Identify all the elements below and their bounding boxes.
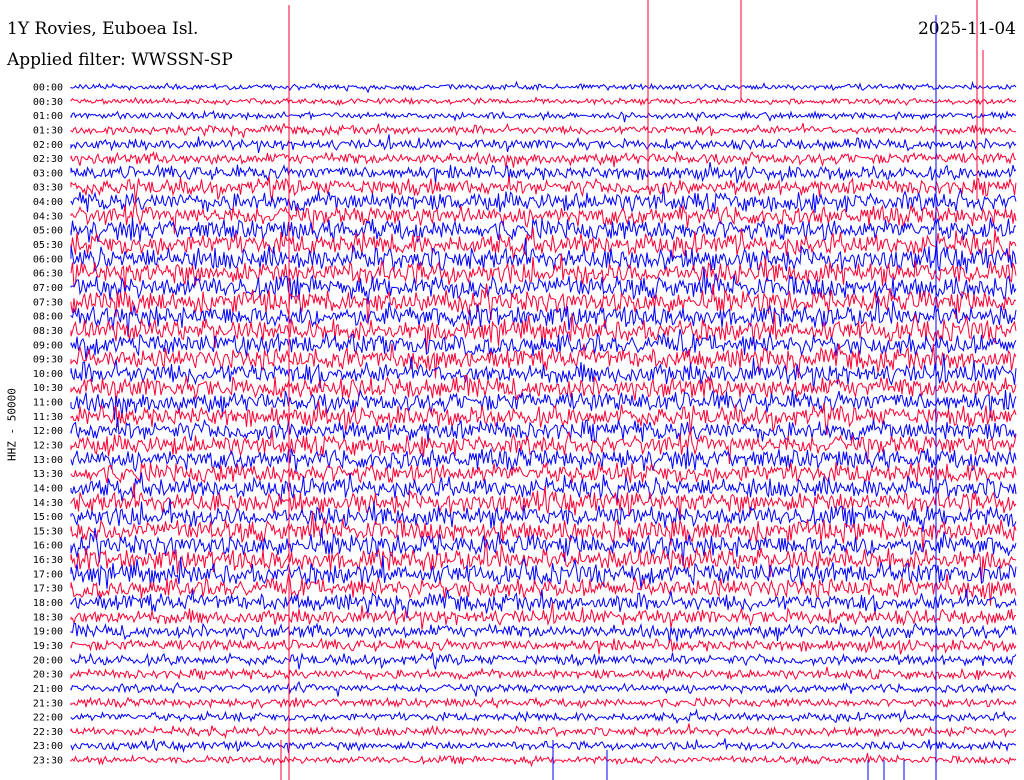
row-time-label: 06:00 [33,254,63,265]
row-time-label: 08:30 [33,326,63,337]
row-time-label: 10:00 [33,369,63,380]
row-time-label: 23:30 [33,756,63,767]
row-time-label: 16:30 [33,555,63,566]
seismic-trace [70,708,1017,725]
seismic-trace [70,461,1017,484]
seismic-trace [70,498,1017,533]
row-time-label: 22:00 [33,713,63,724]
row-time-label: 12:00 [33,426,63,437]
row-time-label: 02:30 [33,154,63,165]
row-time-label: 13:30 [33,469,63,480]
row-time-label: 05:30 [33,240,63,251]
row-time-label: 19:00 [33,627,63,638]
seismic-trace [70,723,1017,740]
row-time-label: 22:30 [33,727,63,738]
row-time-label: 20:00 [33,655,63,666]
seismic-trace [70,666,1017,682]
seismic-trace [70,162,1017,184]
row-time-label: 20:30 [33,670,63,681]
seismic-trace [70,122,1017,138]
seismic-trace [70,738,1017,754]
row-time-label: 07:00 [33,283,63,294]
seismic-trace [70,80,1017,94]
row-time-label: 02:00 [33,140,63,151]
helicorder-plot: 00:00 00:30 01:00 01:30 02:00 02:30 03:00 03:30… [33,0,1017,780]
row-time-label: 14:00 [33,483,63,494]
seismic-trace [70,150,1016,169]
seismic-trace [70,680,1017,697]
row-time-label: 03:30 [33,183,63,194]
row-time-label: 00:30 [33,97,63,108]
row-time-label: 12:30 [33,441,63,452]
seismic-trace [70,328,1017,361]
row-time-label: 03:00 [33,168,63,179]
row-time-label: 15:30 [33,526,63,537]
row-time-label: 10:30 [33,383,63,394]
row-time-label: 16:00 [33,541,63,552]
seismic-trace [70,696,1017,710]
row-time-label: 23:00 [33,741,63,752]
row-time-label: 06:30 [33,269,63,280]
seismic-trace [70,510,1017,553]
row-time-label: 09:00 [33,340,63,351]
row-time-label: 00:00 [33,83,63,94]
row-time-label: 07:30 [33,297,63,308]
row-time-label: 17:30 [33,584,63,595]
row-time-label: 04:30 [33,211,63,222]
row-time-label: 17:00 [33,569,63,580]
row-time-label: 11:00 [33,398,63,409]
row-time-label: 09:30 [33,355,63,366]
seismic-trace [70,96,1017,107]
row-time-label: 08:00 [33,312,63,323]
row-time-label: 14:30 [33,498,63,509]
seismic-trace [70,651,1017,670]
row-time-label: 05:00 [33,226,63,237]
seismic-trace [70,636,1017,655]
seismic-trace [70,109,1017,123]
row-time-label: 18:30 [33,612,63,623]
row-time-label: 01:00 [33,111,63,122]
seismic-trace [70,752,1017,768]
seismic-trace [70,134,1017,154]
row-time-label: 19:30 [33,641,63,652]
row-time-label: 21:00 [33,684,63,695]
row-time-label: 13:00 [33,455,63,466]
row-time-label: 04:00 [33,197,63,208]
row-time-label: 01:30 [33,125,63,136]
row-time-label: 21:30 [33,698,63,709]
seismic-trace [70,217,1017,243]
seismic-trace [70,176,1017,203]
row-time-label: 18:00 [33,598,63,609]
row-time-label: 15:00 [33,512,63,523]
row-time-label: 11:30 [33,412,63,423]
